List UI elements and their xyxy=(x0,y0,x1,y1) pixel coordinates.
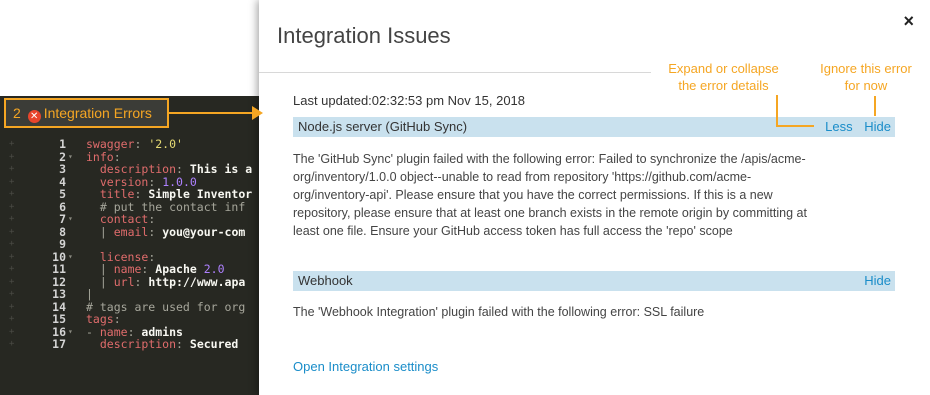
plus-icon: + xyxy=(9,201,15,212)
code-line: +1 swagger: '2.0' xyxy=(0,138,290,151)
plus-icon: + xyxy=(9,339,15,349)
fold-icon[interactable]: ▾ xyxy=(68,213,73,226)
plus-icon: + xyxy=(9,226,15,237)
plus-icon: + xyxy=(9,139,15,149)
issue-header-nodejs: Node.js server (GitHub Sync) Less Hide xyxy=(293,117,895,137)
issue-detail-line: org/inventory/1.0.0 object--unable to re… xyxy=(293,170,752,184)
dialog-title: Integration Issues xyxy=(277,23,451,48)
code-line: +12 | url: http://www.apa xyxy=(0,274,290,289)
fold-icon[interactable]: ▾ xyxy=(68,151,73,164)
annotation-line: for now xyxy=(844,78,888,93)
plus-icon: + xyxy=(9,251,15,262)
fold-icon[interactable]: ▾ xyxy=(68,326,73,339)
line-number: 7 xyxy=(59,212,66,226)
less-link[interactable]: Less xyxy=(825,119,852,134)
issue-detail-line: The 'GitHub Sync' plugin failed with the… xyxy=(293,152,806,166)
line-text: | url: http://www.apa xyxy=(99,274,246,289)
close-icon[interactable]: × xyxy=(903,11,914,32)
annotation-pointer-less-horizontal xyxy=(776,125,814,127)
issue-details-webhook: The 'Webhook Integration' plugin failed … xyxy=(293,303,903,321)
line-text: | email: you@your-com xyxy=(99,224,246,239)
line-number: 3 xyxy=(59,162,66,176)
line-number: 11 xyxy=(52,262,66,276)
plus-icon: + xyxy=(9,289,15,299)
issue-details-nodejs: The 'GitHub Sync' plugin failed with the… xyxy=(293,150,903,240)
issue-header-webhook: Webhook Hide xyxy=(293,271,895,291)
annotation-line: the error details xyxy=(678,78,769,93)
error-icon: ✕ xyxy=(27,110,41,123)
code-line: +14 # tags are used for org xyxy=(0,300,290,314)
hide-link[interactable]: Hide xyxy=(864,119,891,134)
code-lines: +1 swagger: '2.0' +2 ▾ info: +3 description: … xyxy=(0,138,290,351)
callout-arrow-line xyxy=(169,112,255,114)
issue-detail-line: The 'Webhook Integration' plugin failed … xyxy=(293,305,705,319)
integration-errors-label: Integration Errors xyxy=(43,105,152,121)
open-integration-settings-link[interactable]: Open Integration settings xyxy=(293,359,438,374)
plus-icon: + xyxy=(9,214,15,224)
integration-errors-tab[interactable]: 2 ✕ Integration Errors xyxy=(4,98,169,128)
issue-name: Node.js server (GitHub Sync) xyxy=(298,119,468,134)
issue-detail-line: org/inventory-api'. Please ensure that y… xyxy=(293,188,773,202)
issue-detail-line: least one file. Ensure your GitHub acces… xyxy=(293,224,733,238)
plus-icon: + xyxy=(9,314,15,324)
last-updated-text: Last updated:02:32:53 pm Nov 15, 2018 xyxy=(293,93,526,108)
line-number: 15 xyxy=(52,312,66,326)
callout-arrow-head xyxy=(252,106,263,120)
plus-icon: + xyxy=(9,239,15,249)
plus-icon: + xyxy=(9,189,15,199)
plus-icon: + xyxy=(9,264,15,274)
line-number: 5 xyxy=(59,187,66,201)
issue-detail-line: repository, please ensure that at least … xyxy=(293,206,807,220)
line-number: 1 xyxy=(59,137,66,151)
error-count: 2 xyxy=(13,105,21,121)
annotation-ignore: Ignore this error for now xyxy=(806,60,926,94)
plus-icon: + xyxy=(9,301,15,312)
line-number: 13 xyxy=(52,287,66,301)
plus-icon: + xyxy=(9,176,15,187)
line-text: description: Secured xyxy=(99,337,239,351)
plus-icon: + xyxy=(9,326,15,337)
title-divider xyxy=(259,72,651,73)
plus-icon: + xyxy=(9,276,15,287)
line-number: 9 xyxy=(59,237,66,251)
issue-name: Webhook xyxy=(298,273,353,288)
plus-icon: + xyxy=(9,164,15,174)
annotation-line: Ignore this error xyxy=(820,61,912,76)
annotation-pointer-hide xyxy=(874,96,876,116)
line-number: 17 xyxy=(52,337,66,351)
fold-icon[interactable]: ▾ xyxy=(68,251,73,264)
annotation-line: Expand or collapse xyxy=(668,61,779,76)
annotation-pointer-less xyxy=(776,95,778,125)
code-line: +17 description: Secured xyxy=(0,338,290,351)
code-line: +8 | email: you@your-com xyxy=(0,224,290,239)
annotation-expand-collapse: Expand or collapse the error details xyxy=(656,60,791,94)
hide-link[interactable]: Hide xyxy=(864,273,891,288)
plus-icon: + xyxy=(9,151,15,162)
